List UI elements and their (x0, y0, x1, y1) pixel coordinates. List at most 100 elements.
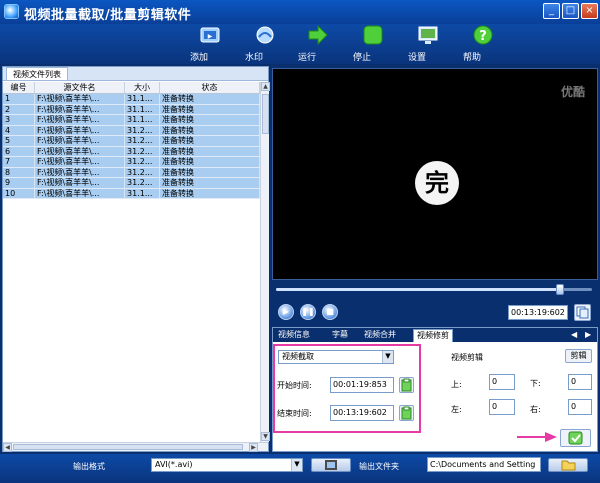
column-header[interactable]: 源文件名 (35, 82, 125, 93)
playback-progress[interactable] (272, 282, 598, 296)
edit-pane: 视频信息 字幕 视频合并 视频修剪 ◀ ▶ 视频截取 ▼ 开始时间: 00:01… (272, 327, 598, 452)
crop-right-label: 右: (530, 405, 541, 414)
copy-time-button[interactable] (574, 304, 591, 321)
tab-video-info[interactable]: 视频信息 (275, 329, 313, 342)
table-row[interactable]: 3 F:\视频\喜羊羊\... 31.1... 准备转换 (3, 115, 260, 126)
progress-knob[interactable] (556, 284, 565, 295)
scroll-thumb[interactable] (262, 94, 269, 134)
vertical-scrollbar[interactable]: ▲ ▼ (260, 82, 270, 442)
settings-button[interactable]: 设置 (408, 24, 448, 64)
chevron-down-icon[interactable]: ▼ (382, 351, 393, 363)
pointer-arrow-icon (517, 432, 557, 442)
scroll-right-icon[interactable]: ▶ (249, 443, 258, 452)
edit-tabs: 视频信息 字幕 视频合并 视频修剪 ◀ ▶ (273, 328, 597, 342)
progress-fill (276, 288, 561, 291)
stop-label: 停止 (353, 53, 372, 63)
end-badge: 完 (415, 161, 459, 205)
minimize-button[interactable]: _ (543, 3, 560, 19)
scroll-down-icon[interactable]: ▼ (261, 432, 270, 441)
watermark-label: 水印 (245, 53, 264, 63)
video-preview[interactable]: 优酷 完 (272, 68, 598, 280)
crop-bottom-label: 下: (530, 379, 541, 388)
progress-track[interactable] (276, 284, 592, 295)
table-cell-no: 6 (3, 146, 35, 156)
crop-top-field[interactable]: 0 (489, 374, 515, 390)
title-bar: 视频批量截取/批量剪辑软件 _ □ × (0, 0, 600, 24)
tab-file-list[interactable]: 视频文件列表 (6, 67, 68, 80)
scroll-left-icon[interactable]: ◀ (3, 443, 12, 452)
end-time-field[interactable]: 00:13:19:602 (330, 405, 394, 421)
start-time-field[interactable]: 00:01:19:853 (330, 377, 394, 393)
set-end-button[interactable] (399, 405, 414, 421)
table-cell-size: 31.2... (125, 157, 160, 167)
output-format-select[interactable]: AVI(*.avi) ▼ (151, 458, 303, 472)
table-row[interactable]: 5 F:\视频\喜羊羊\... 31.2... 准备转换 (3, 136, 260, 147)
add-icon: ▶ (200, 27, 220, 43)
playback-controls: ▶ ❚❚ ■ 00:13:19:602 (272, 300, 598, 326)
svg-text:?: ? (479, 29, 487, 44)
confirm-button[interactable] (560, 429, 591, 447)
stop-playback-icon[interactable]: ■ (322, 304, 338, 320)
table-row[interactable]: 2 F:\视频\喜羊羊\... 31.1... 准备转换 (3, 104, 260, 115)
chevron-down-icon[interactable]: ▼ (291, 459, 302, 471)
table-row[interactable]: 4 F:\视频\喜羊羊\... 31.2... 准备转换 (3, 125, 260, 136)
table-cell-no: 5 (3, 136, 35, 146)
svg-text:▶: ▶ (208, 33, 213, 40)
table-cell-no: 10 (3, 188, 35, 198)
tab-video-trim[interactable]: 视频修剪 (413, 329, 453, 342)
play-icon[interactable]: ▶ (278, 304, 294, 320)
pause-icon[interactable]: ❚❚ (300, 304, 316, 320)
table-cell-no: 9 (3, 178, 35, 188)
watermark-button[interactable]: 水印 (245, 24, 285, 64)
help-button[interactable]: ? 帮助 (463, 24, 503, 64)
tab-video-merge[interactable]: 视频合并 (361, 329, 399, 342)
table-cell-no: 8 (3, 167, 35, 177)
help-label: 帮助 (463, 53, 482, 63)
close-button[interactable]: × (581, 3, 598, 19)
table-cell-status: 准备转换 (160, 157, 260, 167)
file-list-panel: 视频文件列表 编号 源文件名 大小 状态 1 F:\视频\喜羊羊\... 31.1.… (2, 66, 270, 452)
horizontal-scrollbar[interactable]: ◀ ▶ (3, 442, 268, 452)
run-label: 运行 (298, 53, 317, 63)
tab-scroll-right-icon[interactable]: ▶ (585, 330, 591, 339)
arrow-right-icon (308, 24, 328, 46)
crop-left-field[interactable]: 0 (489, 399, 515, 415)
start-time-label: 开始时间: (277, 381, 312, 390)
crop-left-label: 左: (451, 405, 462, 414)
table-cell-name: F:\视频\喜羊羊\... (35, 125, 125, 135)
crop-bottom-field[interactable]: 0 (568, 374, 592, 390)
scroll-thumb[interactable] (13, 444, 243, 450)
add-button[interactable]: ▶ 添加 (190, 24, 230, 64)
stop-button[interactable]: 停止 (353, 24, 393, 64)
trim-mode-select[interactable]: 视频截取 ▼ (278, 350, 394, 364)
table-cell-size: 31.1... (125, 94, 160, 104)
table-row[interactable]: 7 F:\视频\喜羊羊\... 31.2... 准备转换 (3, 157, 260, 168)
crop-button[interactable]: 剪辑 (565, 349, 592, 363)
table-cell-status: 准备转换 (160, 94, 260, 104)
table-row[interactable]: 6 F:\视频\喜羊羊\... 31.2... 准备转换 (3, 146, 260, 157)
table-cell-status: 准备转换 (160, 136, 260, 146)
table-row[interactable]: 8 F:\视频\喜羊羊\... 31.2... 准备转换 (3, 167, 260, 178)
browse-folder-button[interactable] (548, 458, 588, 472)
column-header[interactable]: 状态 (160, 82, 260, 93)
table-row[interactable]: 1 F:\视频\喜羊羊\... 31.1... 准备转换 (3, 94, 260, 105)
set-start-button[interactable] (399, 377, 414, 393)
table-cell-name: F:\视频\喜羊羊\... (35, 104, 125, 114)
column-header[interactable]: 大小 (125, 82, 160, 93)
tab-scroll-left-icon[interactable]: ◀ (571, 330, 577, 339)
table-row[interactable]: 10 F:\视频\喜羊羊\... 31.1... 准备转换 (3, 188, 260, 199)
tab-subtitles[interactable]: 字幕 (329, 329, 351, 342)
maximize-button[interactable]: □ (562, 3, 579, 19)
table-cell-name: F:\视频\喜羊羊\... (35, 178, 125, 188)
scroll-up-icon[interactable]: ▲ (261, 82, 270, 91)
crop-right-field[interactable]: 0 (568, 399, 592, 415)
current-time-field[interactable]: 00:13:19:602 (508, 305, 568, 320)
table-cell-status: 准备转换 (160, 125, 260, 135)
output-folder-field[interactable]: C:\Documents and Setting (427, 457, 541, 472)
format-settings-button[interactable] (311, 458, 351, 472)
column-header[interactable]: 编号 (3, 82, 35, 93)
run-button[interactable]: 运行 (298, 24, 338, 64)
table-row[interactable]: 9 F:\视频\喜羊羊\... 31.2... 准备转换 (3, 178, 260, 189)
checkmark-icon (568, 431, 583, 445)
add-label: 添加 (190, 53, 209, 63)
